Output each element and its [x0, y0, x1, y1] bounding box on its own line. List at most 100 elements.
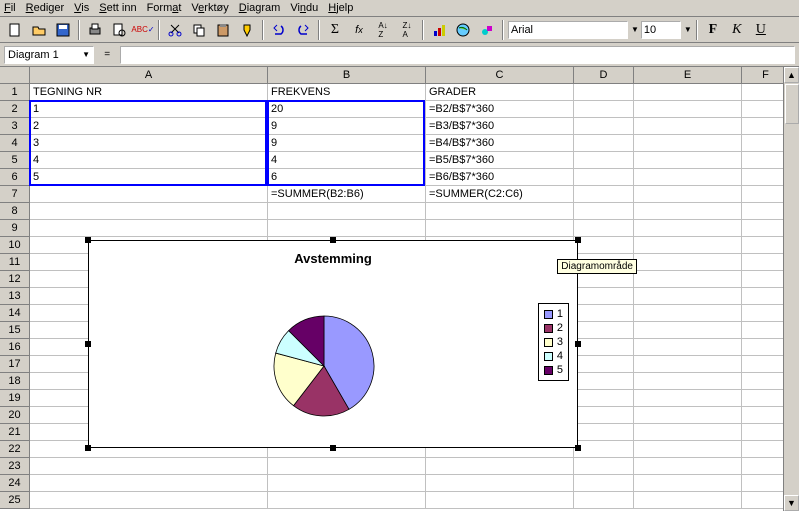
cell[interactable]: TEGNING NR [30, 84, 268, 101]
cell[interactable]: =SUMMER(C2:C6) [426, 186, 574, 203]
cell[interactable] [426, 458, 574, 475]
cell[interactable] [574, 152, 634, 169]
cell[interactable] [634, 220, 742, 237]
cell[interactable] [634, 305, 742, 322]
cell[interactable] [634, 203, 742, 220]
row-header[interactable]: 2 [0, 101, 29, 118]
cell[interactable]: 5 [30, 169, 268, 186]
row-header[interactable]: 25 [0, 492, 29, 509]
bold-button[interactable]: F [702, 19, 724, 41]
menu-window[interactable]: Vindu [290, 2, 318, 14]
cell[interactable] [574, 203, 634, 220]
menu-help[interactable]: Hjelp [328, 2, 353, 14]
vertical-scrollbar[interactable]: ▲ ▼ [783, 67, 799, 511]
cell[interactable]: =B6/B$7*360 [426, 169, 574, 186]
resize-handle[interactable] [575, 341, 581, 347]
col-header[interactable]: E [634, 67, 742, 83]
cell[interactable] [634, 152, 742, 169]
cell[interactable] [574, 424, 634, 441]
cell[interactable] [574, 101, 634, 118]
chart-wizard-button[interactable] [428, 19, 450, 41]
cell[interactable] [634, 271, 742, 288]
cell[interactable] [574, 390, 634, 407]
preview-button[interactable] [108, 19, 130, 41]
print-button[interactable] [84, 19, 106, 41]
resize-handle[interactable] [85, 237, 91, 243]
cell[interactable] [634, 118, 742, 135]
menu-edit[interactable]: Rediger [26, 2, 65, 14]
row-header[interactable]: 21 [0, 424, 29, 441]
cell[interactable] [634, 288, 742, 305]
font-combo[interactable] [508, 21, 628, 39]
row-header[interactable]: 8 [0, 203, 29, 220]
row-header[interactable]: 13 [0, 288, 29, 305]
cell[interactable] [574, 373, 634, 390]
cell[interactable] [268, 492, 426, 509]
cell[interactable] [268, 458, 426, 475]
select-all-corner[interactable] [0, 67, 30, 84]
resize-handle[interactable] [85, 445, 91, 451]
drawing-button[interactable] [476, 19, 498, 41]
menu-diagram[interactable]: Diagram [239, 2, 281, 14]
undo-button[interactable] [268, 19, 290, 41]
cell[interactable] [30, 492, 268, 509]
resize-handle[interactable] [85, 341, 91, 347]
cell[interactable]: =SUMMER(B2:B6) [268, 186, 426, 203]
cell[interactable] [634, 186, 742, 203]
cell[interactable] [634, 169, 742, 186]
resize-handle[interactable] [330, 237, 336, 243]
cell[interactable] [30, 203, 268, 220]
save-button[interactable] [52, 19, 74, 41]
chart-title[interactable]: Avstemming [89, 251, 577, 266]
font-dropdown-icon[interactable]: ▼ [631, 25, 639, 34]
row-header[interactable]: 23 [0, 458, 29, 475]
cell[interactable] [634, 135, 742, 152]
cell[interactable]: 9 [268, 135, 426, 152]
cell[interactable] [268, 220, 426, 237]
cell[interactable] [574, 237, 634, 254]
menu-insert[interactable]: Sett inn [99, 2, 136, 14]
cell[interactable] [634, 424, 742, 441]
autosum-button[interactable]: Σ [324, 19, 346, 41]
cell[interactable]: =B4/B$7*360 [426, 135, 574, 152]
cell[interactable] [268, 475, 426, 492]
row-header[interactable]: 11 [0, 254, 29, 271]
cell[interactable] [634, 441, 742, 458]
format-painter-button[interactable] [236, 19, 258, 41]
col-header[interactable]: C [426, 67, 574, 83]
sort-desc-button[interactable]: Z↓A [396, 19, 418, 41]
cell[interactable] [634, 339, 742, 356]
cell[interactable] [574, 458, 634, 475]
row-header[interactable]: 12 [0, 271, 29, 288]
row-header[interactable]: 6 [0, 169, 29, 186]
row-header[interactable]: 1 [0, 84, 29, 101]
function-button[interactable]: fx [348, 19, 370, 41]
cell[interactable] [426, 220, 574, 237]
cell[interactable]: 6 [268, 169, 426, 186]
cell[interactable]: 3 [30, 135, 268, 152]
size-dropdown-icon[interactable]: ▼ [684, 25, 692, 34]
cells[interactable]: TEGNING NRFREKVENSGRADER 120=B2/B$7*360 … [30, 84, 799, 509]
cell[interactable]: GRADER [426, 84, 574, 101]
row-header[interactable]: 15 [0, 322, 29, 339]
row-header[interactable]: 22 [0, 441, 29, 458]
resize-handle[interactable] [330, 445, 336, 451]
menu-view[interactable]: Vis [74, 2, 89, 14]
cell[interactable]: 20 [268, 101, 426, 118]
row-header[interactable]: 20 [0, 407, 29, 424]
cell[interactable] [574, 186, 634, 203]
cell[interactable] [426, 475, 574, 492]
cell[interactable] [574, 305, 634, 322]
row-header[interactable]: 10 [0, 237, 29, 254]
col-header[interactable]: A [30, 67, 268, 83]
underline-button[interactable]: U [750, 19, 772, 41]
row-header[interactable]: 17 [0, 356, 29, 373]
menu-format[interactable]: Format [147, 2, 182, 14]
row-header[interactable]: 18 [0, 373, 29, 390]
cell[interactable] [574, 475, 634, 492]
spellcheck-button[interactable]: ABC✓ [132, 19, 154, 41]
cell[interactable] [634, 356, 742, 373]
row-header[interactable]: 9 [0, 220, 29, 237]
cell[interactable] [30, 475, 268, 492]
cell[interactable] [574, 135, 634, 152]
